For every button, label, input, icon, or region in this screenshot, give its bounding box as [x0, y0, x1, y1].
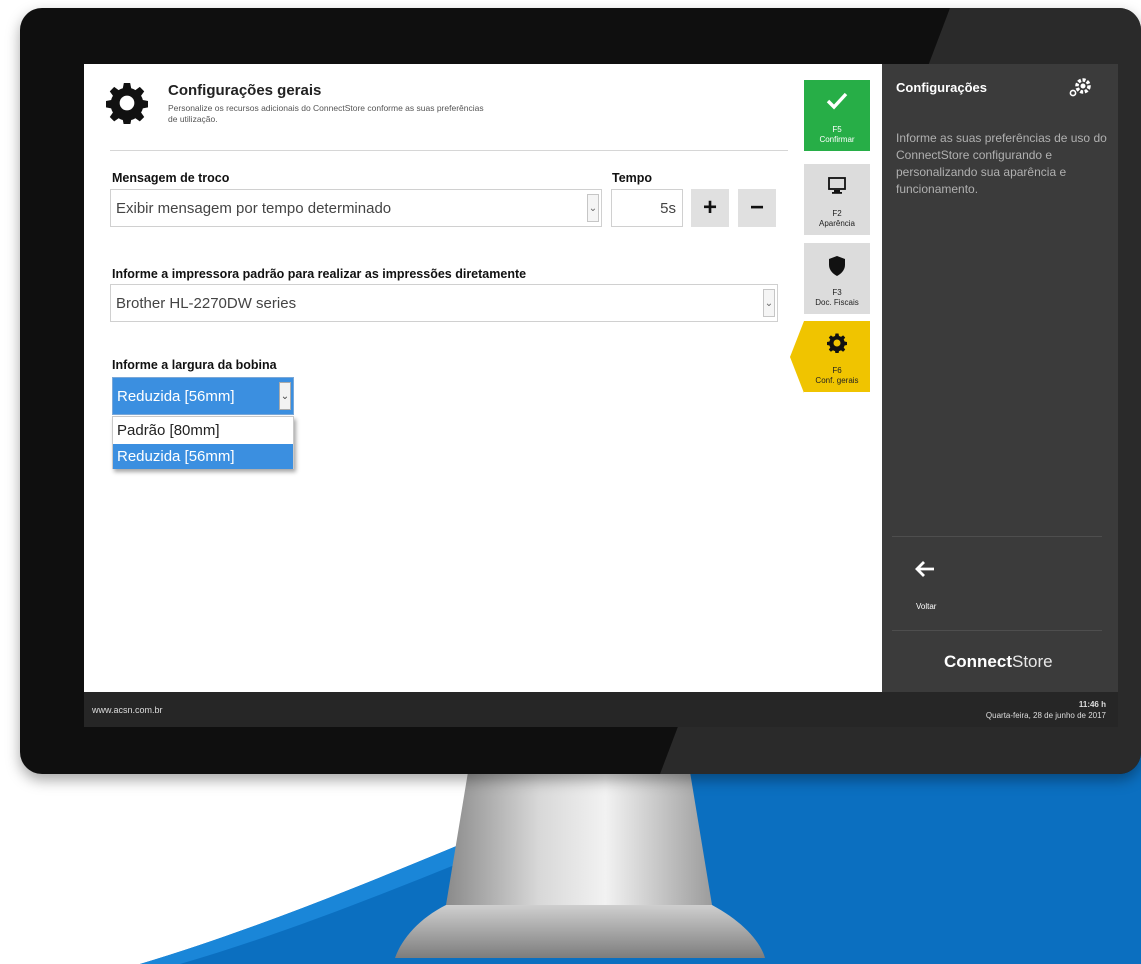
bobina-dropdown: Padrão [80mm] Reduzida [56mm]	[112, 416, 294, 469]
side-divider	[892, 630, 1102, 631]
impressora-select[interactable]: Brother HL-2270DW series ⌄	[110, 284, 778, 322]
back-button-label[interactable]: Voltar	[916, 602, 936, 611]
general-settings-key: F6	[832, 366, 842, 375]
troco-select[interactable]: Exibir mensagem por tempo determinado ⌄	[110, 189, 602, 227]
appearance-button[interactable]: F2 Aparência	[804, 164, 870, 235]
monitor-icon	[828, 177, 846, 194]
fiscal-docs-label: Doc. Fiscais	[815, 298, 859, 307]
bobina-option-80mm[interactable]: Padrão [80mm]	[113, 418, 293, 443]
header-divider	[110, 150, 788, 151]
bobina-label: Informe a largura da bobina	[112, 358, 277, 372]
confirm-key: F5	[832, 125, 842, 134]
appearance-key: F2	[832, 209, 842, 218]
gear-icon	[106, 83, 148, 124]
confirm-button[interactable]: F5 Confirmar	[804, 80, 870, 151]
connectstore-logo: ConnectStore	[944, 652, 1053, 672]
bobina-select[interactable]: Reduzida [56mm] ⌄	[112, 377, 294, 415]
side-panel: Configurações Informe as suas preferênci…	[882, 64, 1118, 692]
chevron-down-icon[interactable]: ⌄	[763, 289, 775, 317]
shield-icon	[829, 256, 845, 276]
screenshot-stage: Configurações gerais Personalize os recu…	[0, 0, 1141, 964]
tempo-value: 5s	[660, 199, 676, 217]
footer-url: www.acsn.com.br	[92, 705, 163, 715]
bobina-option-56mm[interactable]: Reduzida [56mm]	[113, 444, 293, 469]
bobina-select-value: Reduzida [56mm]	[117, 387, 235, 405]
page-title: Configurações gerais	[168, 82, 322, 99]
side-divider	[892, 536, 1102, 537]
fiscal-docs-button[interactable]: F3 Doc. Fiscais	[804, 243, 870, 314]
app-screen: Configurações gerais Personalize os recu…	[84, 64, 1118, 727]
tempo-decrease-button[interactable]: −	[738, 189, 776, 227]
monitor-frame: Configurações gerais Personalize os recu…	[20, 8, 1141, 774]
tempo-input[interactable]: 5s	[611, 189, 683, 227]
brand-light: Store	[1012, 652, 1053, 671]
footer-date: Quarta-feira, 28 de junho de 2017	[985, 711, 1106, 720]
impressora-select-value: Brother HL-2270DW series	[116, 294, 297, 312]
gear-icon	[827, 333, 847, 353]
chevron-down-icon[interactable]: ⌄	[587, 194, 599, 222]
main-content: Configurações gerais Personalize os recu…	[84, 64, 882, 692]
side-panel-title: Configurações	[896, 80, 988, 95]
status-footer: www.acsn.com.br 11:46 h Quarta-feira, 28…	[84, 692, 1118, 727]
active-tile-pointer	[790, 321, 804, 393]
arrow-left-icon[interactable]	[914, 560, 936, 578]
general-settings-button[interactable]: F6 Conf. gerais	[804, 321, 870, 392]
brand-bold: Connect	[944, 652, 1012, 671]
tempo-increase-button[interactable]: +	[691, 189, 729, 227]
confirm-label: Confirmar	[819, 135, 855, 144]
side-panel-description: Informe as suas preferências de uso do C…	[896, 131, 1107, 196]
gears-icon	[1069, 78, 1091, 97]
troco-label: Mensagem de troco	[112, 171, 230, 185]
troco-select-value: Exibir mensagem por tempo determinado	[116, 199, 392, 217]
footer-time: 11:46 h	[1078, 700, 1106, 709]
tempo-label: Tempo	[612, 171, 653, 185]
check-icon	[826, 92, 848, 110]
general-settings-label: Conf. gerais	[815, 376, 859, 385]
fiscal-docs-key: F3	[832, 288, 842, 297]
page-subtitle: Personalize os recursos adicionais do Co…	[168, 103, 484, 124]
chevron-down-icon[interactable]: ⌄	[279, 382, 291, 410]
appearance-label: Aparência	[818, 219, 856, 228]
impressora-label: Informe a impressora padrão para realiza…	[112, 267, 527, 281]
